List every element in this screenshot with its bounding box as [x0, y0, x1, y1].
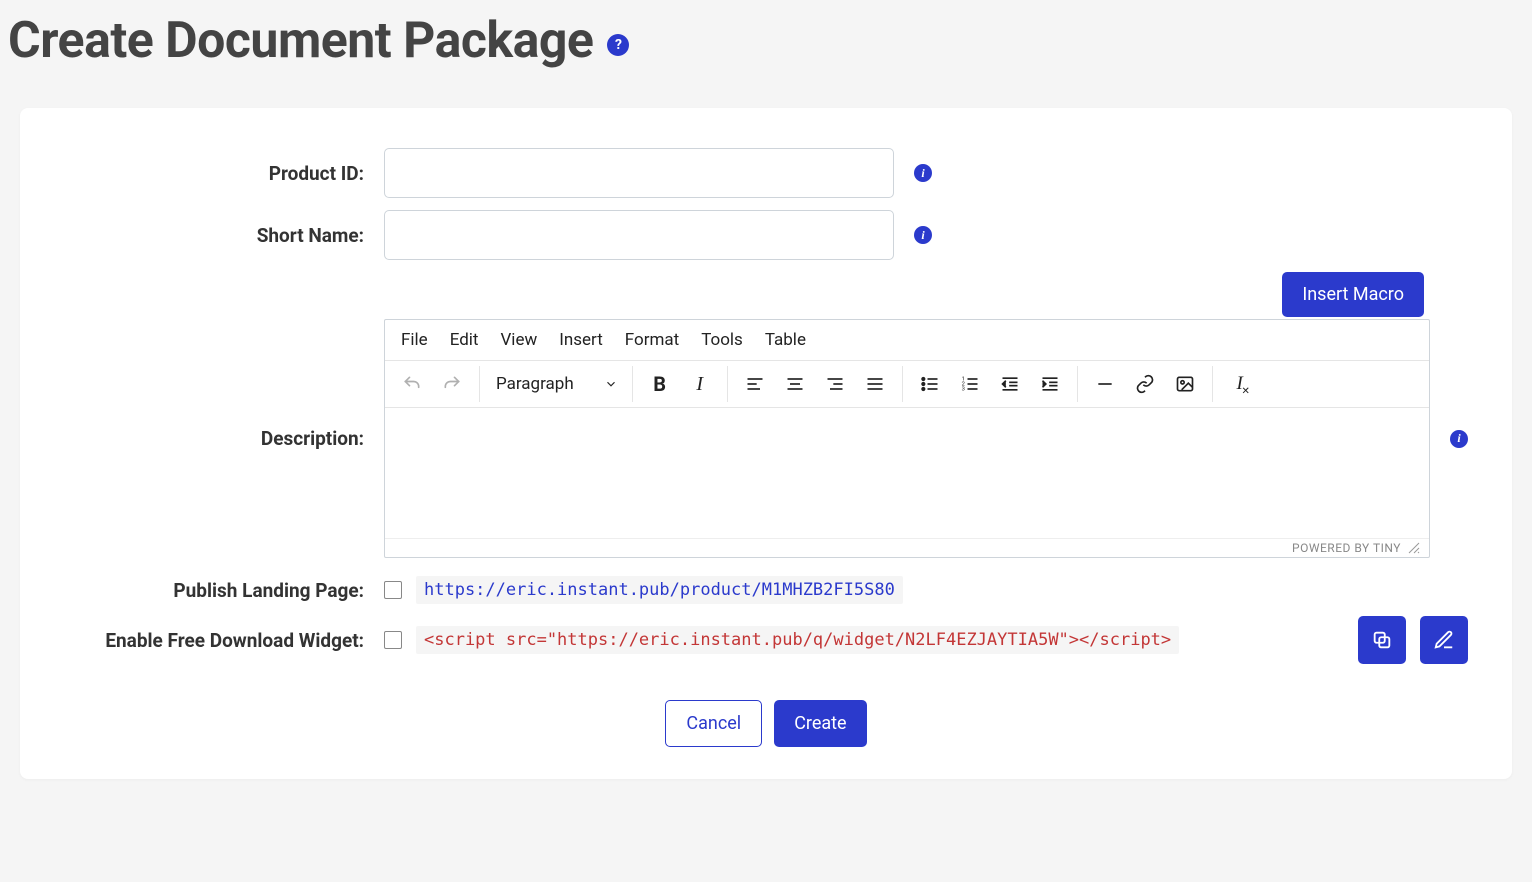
landing-url-text: https://eric.instant.pub/product/M1MHZB2… — [416, 576, 903, 604]
outdent-icon[interactable] — [991, 365, 1029, 403]
cancel-button[interactable]: Cancel — [665, 700, 762, 747]
form-card: Product ID: i Short Name: i Insert Macro… — [20, 108, 1512, 779]
redo-icon[interactable] — [433, 365, 471, 403]
short-name-input[interactable] — [384, 210, 894, 260]
menu-edit[interactable]: Edit — [450, 330, 479, 350]
image-icon[interactable] — [1166, 365, 1204, 403]
chevron-down-icon — [604, 377, 618, 391]
help-icon[interactable]: ? — [607, 34, 629, 56]
resize-handle-icon[interactable] — [1407, 541, 1421, 555]
svg-text:3: 3 — [961, 387, 964, 393]
copy-icon — [1371, 629, 1393, 651]
rich-text-editor: File Edit View Insert Format Tools Table — [384, 319, 1430, 558]
form-actions: Cancel Create — [64, 700, 1468, 747]
macro-button-row: Insert Macro — [64, 272, 1468, 317]
menu-tools[interactable]: Tools — [701, 330, 743, 350]
align-justify-icon[interactable] — [856, 365, 894, 403]
menu-file[interactable]: File — [401, 330, 428, 350]
bullet-list-icon[interactable] — [911, 365, 949, 403]
row-publish-landing: Publish Landing Page: https://eric.insta… — [64, 576, 1468, 604]
bold-icon[interactable]: B — [641, 365, 679, 403]
align-left-icon[interactable] — [736, 365, 774, 403]
label-product-id: Product ID: — [64, 162, 364, 185]
page-title: Create Document Package — [8, 12, 593, 70]
italic-icon[interactable]: I — [681, 365, 719, 403]
block-format-select[interactable]: Paragraph — [484, 368, 628, 400]
insert-macro-button[interactable]: Insert Macro — [1282, 272, 1424, 317]
info-icon[interactable]: i — [914, 164, 932, 182]
indent-icon[interactable] — [1031, 365, 1069, 403]
menu-table[interactable]: Table — [765, 330, 806, 350]
horizontal-rule-icon[interactable] — [1086, 365, 1124, 403]
row-short-name: Short Name: i — [64, 210, 1468, 260]
copy-script-button[interactable] — [1358, 616, 1406, 664]
edit-script-button[interactable] — [1420, 616, 1468, 664]
row-product-id: Product ID: i — [64, 148, 1468, 198]
menu-view[interactable]: View — [500, 330, 537, 350]
label-short-name: Short Name: — [64, 224, 364, 247]
product-id-input[interactable] — [384, 148, 894, 198]
enable-widget-checkbox[interactable] — [384, 631, 402, 649]
link-icon[interactable] — [1126, 365, 1164, 403]
label-enable-widget: Enable Free Download Widget: — [64, 629, 364, 652]
page-header: Create Document Package ? — [0, 0, 1532, 78]
editor-branding[interactable]: POWERED BY TINY — [1292, 541, 1401, 555]
menu-format[interactable]: Format — [625, 330, 679, 350]
editor-menubar: File Edit View Insert Format Tools Table — [385, 320, 1429, 360]
info-icon[interactable]: i — [914, 226, 932, 244]
numbered-list-icon[interactable]: 123 — [951, 365, 989, 403]
widget-script-text: <script src="https://eric.instant.pub/q/… — [416, 626, 1179, 654]
row-enable-widget: Enable Free Download Widget: <script src… — [64, 616, 1468, 664]
label-publish-landing: Publish Landing Page: — [64, 579, 364, 602]
publish-landing-checkbox[interactable] — [384, 581, 402, 599]
block-format-label: Paragraph — [496, 374, 574, 394]
label-description: Description: — [64, 427, 364, 450]
info-icon[interactable]: i — [1450, 430, 1468, 448]
description-textarea[interactable] — [385, 408, 1429, 538]
edit-icon — [1433, 629, 1455, 651]
align-center-icon[interactable] — [776, 365, 814, 403]
menu-insert[interactable]: Insert — [559, 330, 603, 350]
create-button[interactable]: Create — [774, 700, 866, 747]
editor-toolbar: Paragraph B I — [385, 360, 1429, 408]
editor-footer: POWERED BY TINY — [385, 538, 1429, 557]
align-right-icon[interactable] — [816, 365, 854, 403]
row-description: Description: File Edit View Insert Forma… — [64, 319, 1468, 558]
undo-icon[interactable] — [393, 365, 431, 403]
clear-format-icon[interactable]: I✕ — [1221, 365, 1259, 403]
